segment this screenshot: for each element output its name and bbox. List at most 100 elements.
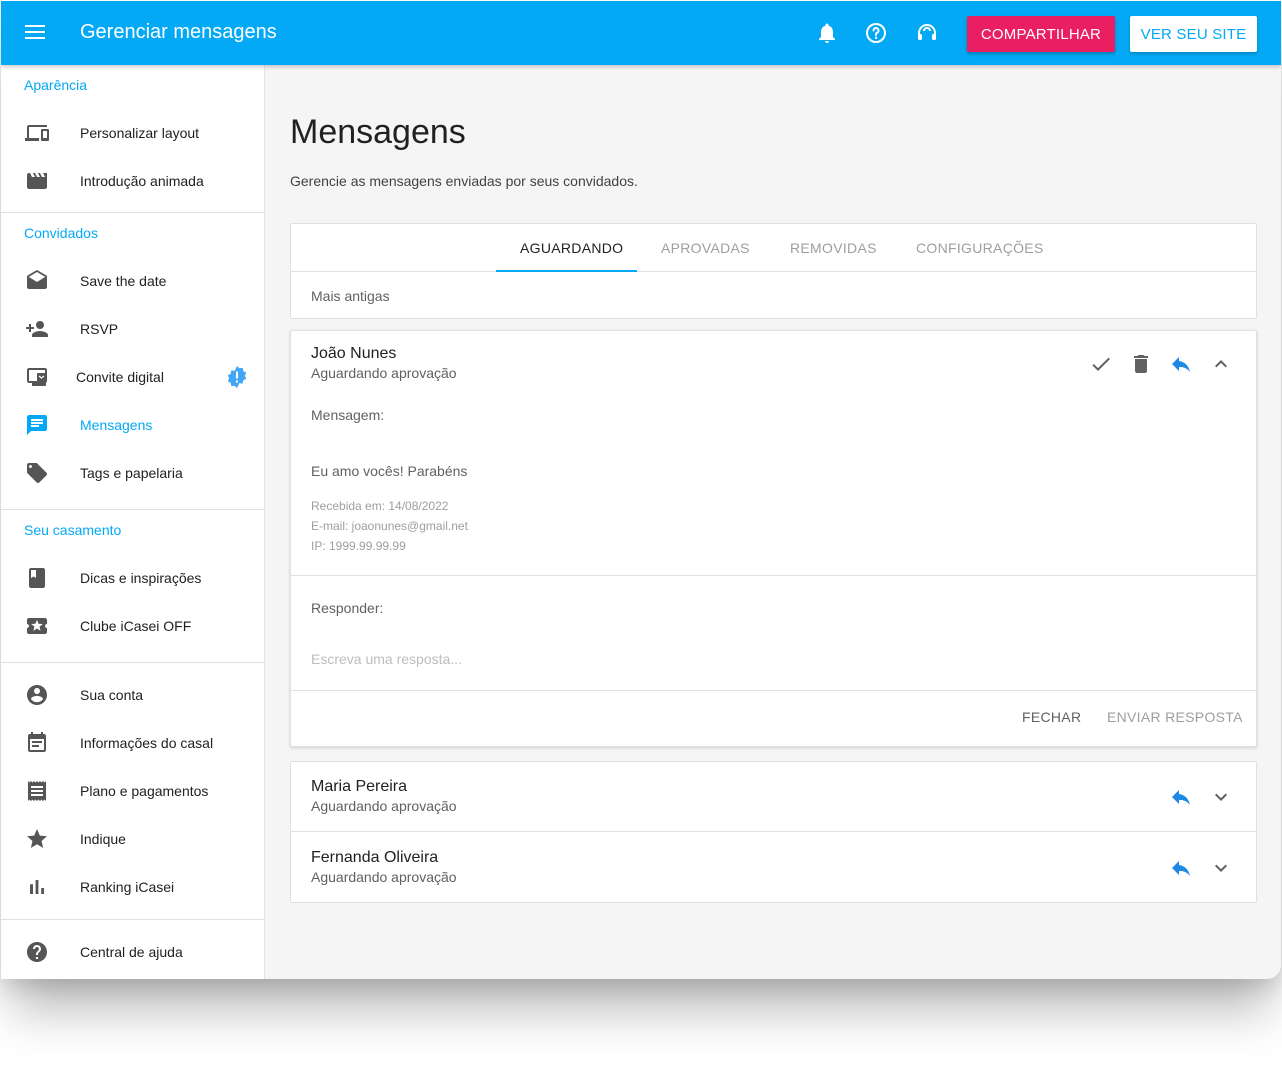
- digital-invite-icon: [27, 368, 47, 386]
- sidebar-item-central-ajuda[interactable]: Central de ajuda: [1, 928, 264, 976]
- sidebar-item-sua-conta[interactable]: Sua conta: [1, 671, 264, 719]
- sidebar-header-wedding: Seu casamento: [24, 522, 122, 538]
- support-agent-icon[interactable]: [915, 21, 939, 45]
- message-card-expanded: João Nunes Aguardando aprovação Mensagem…: [290, 330, 1257, 747]
- page-subtitle: Gerencie as mensagens enviadas por seus …: [290, 173, 638, 189]
- top-app-bar: Gerenciar mensagens COMPARTILHAR VER SEU…: [1, 1, 1281, 65]
- sidebar-item-label: Central de ajuda: [80, 944, 183, 960]
- bar-chart-icon: [30, 880, 44, 894]
- chevron-down-icon[interactable]: [1209, 785, 1233, 809]
- sidebar-section-account: Sua conta Informações do casal Plano e p…: [1, 663, 264, 920]
- sidebar-nav: Aparência Personalizar layout Introdução…: [1, 65, 265, 979]
- sidebar-item-label: Mensagens: [80, 417, 153, 433]
- sidebar-item-indique[interactable]: Indique: [1, 815, 264, 863]
- main-content: Mensagens Gerencie as mensagens enviadas…: [266, 65, 1281, 979]
- envelope-open-icon: [27, 270, 47, 289]
- message-icon: [27, 415, 47, 435]
- message-text: Eu amo vocês! Parabéns: [311, 463, 468, 479]
- sidebar-header-appearance: Aparência: [24, 77, 88, 93]
- sidebar-item-label: Dicas e inspirações: [80, 570, 202, 586]
- sender-name: Maria Pereira: [311, 778, 408, 795]
- menu-icon[interactable]: [25, 21, 47, 45]
- sidebar-item-informacoes-casal[interactable]: Informações do casal: [1, 719, 264, 767]
- sidebar-item-dicas-inspiracoes[interactable]: Dicas e inspirações: [1, 554, 264, 602]
- help-icon: [27, 942, 47, 962]
- app-window: Gerenciar mensagens COMPARTILHAR VER SEU…: [1, 1, 1281, 979]
- sidebar-item-label: Introdução animada: [80, 173, 204, 189]
- view-site-button[interactable]: VER SEU SITE: [1130, 16, 1257, 52]
- message-status: Aguardando aprovação: [311, 798, 457, 814]
- sender-name: João Nunes: [311, 345, 397, 362]
- message-status: Aguardando aprovação: [311, 365, 457, 381]
- calendar-icon: [28, 732, 46, 752]
- movie-clapper-icon: [27, 173, 47, 189]
- sidebar-header-guests: Convidados: [24, 225, 98, 241]
- message-row[interactable]: Maria Pereira Aguardando aprovação: [291, 762, 1256, 832]
- sidebar-item-label: Ranking iCasei: [80, 879, 175, 895]
- active-tab-indicator: [496, 270, 637, 272]
- notifications-bell-icon[interactable]: [815, 21, 839, 45]
- reply-label: Responder:: [311, 600, 384, 616]
- book-icon: [29, 568, 45, 588]
- message-label: Mensagem:: [311, 407, 385, 423]
- sidebar-item-label: RSVP: [80, 321, 119, 337]
- tab-aprovadas[interactable]: APROVADAS: [661, 240, 750, 256]
- sidebar-item-personalizar-layout[interactable]: Personalizar layout: [1, 109, 264, 157]
- reply-icon[interactable]: [1169, 785, 1193, 809]
- sidebar-item-save-the-date[interactable]: Save the date: [1, 257, 264, 305]
- sidebar-item-convite-digital[interactable]: Convite digital: [1, 353, 264, 401]
- tabs-card: AGUARDANDO APROVADAS REMOVIDAS CONFIGURA…: [290, 223, 1257, 319]
- message-list: Maria Pereira Aguardando aprovação Ferna…: [290, 761, 1257, 903]
- sidebar-item-label: Informações do casal: [80, 735, 214, 751]
- close-button[interactable]: FECHAR: [1022, 709, 1081, 725]
- sidebar-item-label: Plano e pagamentos: [80, 783, 209, 799]
- devices-icon: [25, 125, 49, 141]
- tab-bar: AGUARDANDO APROVADAS REMOVIDAS CONFIGURA…: [291, 224, 1256, 272]
- chevron-down-icon[interactable]: [1209, 856, 1233, 880]
- delete-icon[interactable]: [1129, 352, 1153, 376]
- sidebar-item-mensagens[interactable]: Mensagens: [1, 401, 264, 449]
- sort-dropdown[interactable]: Mais antigas: [311, 288, 390, 304]
- tag-icon: [27, 463, 47, 483]
- reply-icon[interactable]: [1169, 352, 1193, 376]
- tab-removidas[interactable]: REMOVIDAS: [790, 240, 877, 256]
- page-title: Mensagens: [290, 113, 466, 151]
- sidebar-item-ranking[interactable]: Ranking iCasei: [1, 863, 264, 911]
- tab-aguardando[interactable]: AGUARDANDO: [520, 240, 623, 256]
- sidebar-item-label: Tags e papelaria: [80, 465, 183, 481]
- sidebar-item-label: Personalizar layout: [80, 125, 200, 141]
- sidebar-item-clube-icasei[interactable]: Clube iCasei OFF: [1, 602, 264, 650]
- account-circle-icon: [27, 685, 47, 705]
- reply-icon[interactable]: [1169, 856, 1193, 880]
- divider: [291, 690, 1256, 691]
- share-button[interactable]: COMPARTILHAR: [967, 16, 1115, 52]
- sidebar-item-label: Save the date: [80, 273, 167, 289]
- divider: [291, 575, 1256, 576]
- sidebar-item-label: Clube iCasei OFF: [80, 618, 192, 634]
- receipt-icon: [28, 781, 46, 801]
- sidebar-item-tags-papelaria[interactable]: Tags e papelaria: [1, 449, 264, 497]
- sidebar-section-appearance: Aparência Personalizar layout Introdução…: [1, 65, 264, 213]
- approve-check-icon[interactable]: [1089, 352, 1113, 376]
- received-date: Recebida em: 14/08/2022: [311, 499, 449, 513]
- app-title: Gerenciar mensagens: [80, 21, 277, 43]
- sidebar-item-label: Indique: [80, 831, 126, 847]
- sidebar-item-label: Sua conta: [80, 687, 144, 703]
- sidebar-item-label: Convite digital: [76, 369, 164, 385]
- help-outline-icon[interactable]: [864, 21, 888, 45]
- sidebar-item-rsvp[interactable]: RSVP: [1, 305, 264, 353]
- person-add-icon: [26, 321, 48, 337]
- sender-name: Fernanda Oliveira: [311, 849, 439, 866]
- reply-input[interactable]: [311, 647, 1231, 671]
- sidebar-section-help: Central de ajuda: [1, 920, 264, 976]
- sender-ip: IP: 1999.99.99.99: [311, 539, 406, 553]
- send-reply-button[interactable]: ENVIAR RESPOSTA: [1107, 709, 1243, 725]
- sidebar-item-introducao-animada[interactable]: Introdução animada: [1, 157, 264, 205]
- message-row[interactable]: Fernanda Oliveira Aguardando aprovação: [291, 833, 1256, 903]
- sender-email: E-mail: joaonunes@gmail.net: [311, 519, 468, 533]
- tab-configuracoes[interactable]: CONFIGURAÇÕES: [916, 240, 1044, 256]
- sidebar-section-wedding: Seu casamento Dicas e inspirações Clube …: [1, 510, 264, 663]
- ticket-icon: [27, 618, 47, 634]
- chevron-up-icon[interactable]: [1209, 352, 1233, 376]
- sidebar-item-plano-pagamentos[interactable]: Plano e pagamentos: [1, 767, 264, 815]
